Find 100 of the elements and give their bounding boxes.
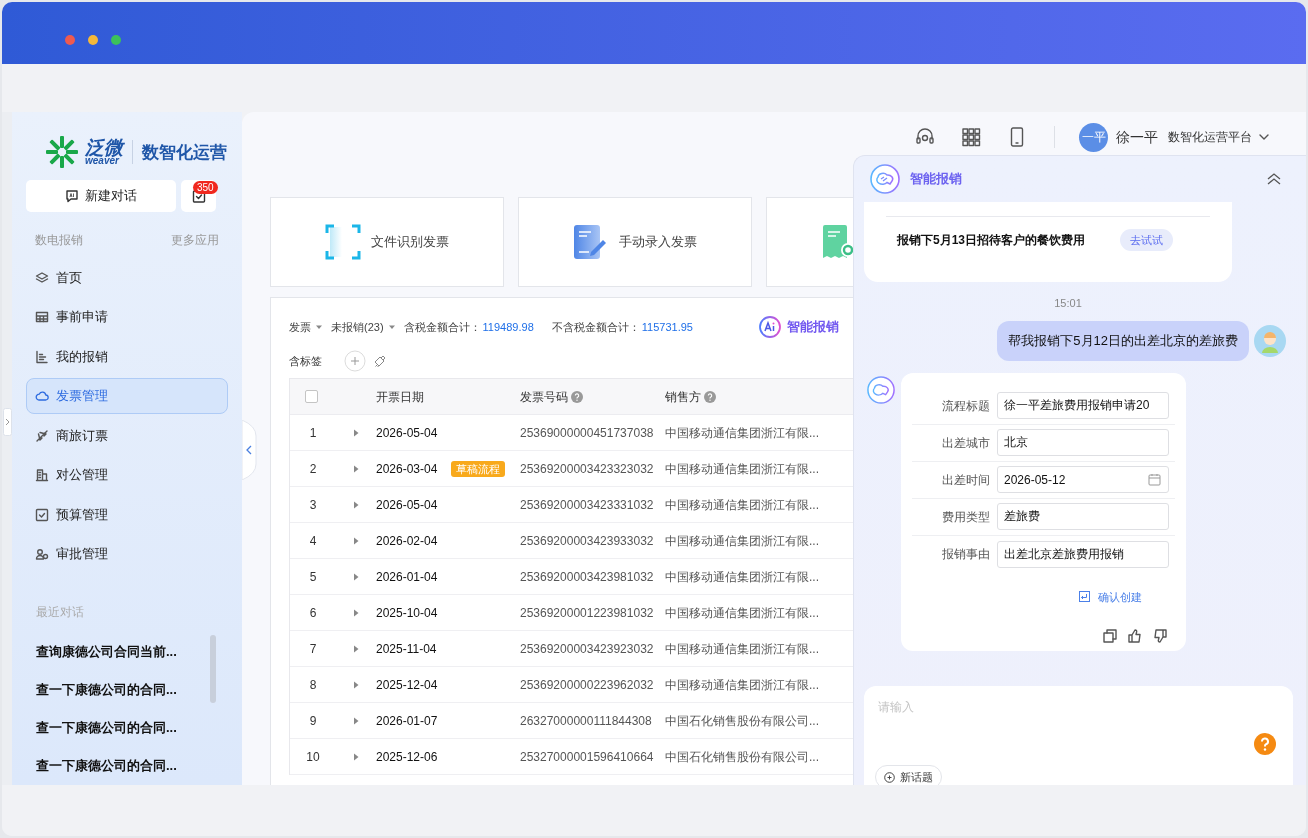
tags-label: 含标签 [289,353,322,369]
todo-button[interactable]: 350 [181,179,216,212]
brush-icon[interactable] [373,354,387,368]
expand-row-icon[interactable] [352,464,360,473]
smart-reimburse-button[interactable]: 智能报销 [758,316,839,338]
filter-dropdown[interactable]: 未报销(23) [331,318,396,336]
expand-toggle-icon[interactable] [3,408,12,436]
zoom-icon[interactable] [111,35,121,45]
section-label: 数电报销 [35,231,83,249]
cloud-icon [35,389,49,403]
total-value: 119489.98 [482,319,534,335]
suggestion-text: 报销下5月13日招待客户的餐饮费用 [897,232,1086,249]
text-field[interactable]: 北京 [997,429,1169,456]
seller-name: 中国移动通信集团浙江有限... [665,604,820,622]
invoice-date: 2026-05-04 [376,496,438,514]
product-name: 数智化运营 [142,141,227,164]
headset-icon[interactable] [915,127,935,147]
nav-item[interactable]: 预算管理 [26,496,228,533]
invoice-date: 2025-10-04 [376,604,438,622]
select-all-checkbox[interactable] [305,390,318,403]
seller-name: 中国移动通信集团浙江有限... [665,424,820,442]
confirm-create-link[interactable]: 确认创建 [1079,588,1142,605]
collapse-up-icon[interactable] [1266,172,1282,186]
invoice-date: 2026-05-04 [376,424,438,442]
minimize-icon[interactable] [88,35,98,45]
invoice-date: 2025-12-06 [376,748,438,766]
field-label: 出差时间 [941,471,990,489]
recent-chat-item[interactable]: 查一下康德公司的合同... [12,671,242,709]
column-header: 发票号码 [520,387,583,406]
expand-row-icon[interactable] [352,752,360,761]
ai-badge-icon [758,316,781,338]
text-field[interactable]: 徐一平差旅费用报销申请20 [997,392,1169,419]
expand-row-icon[interactable] [352,572,360,581]
assistant-avatar-icon [867,375,895,404]
logo-burst-icon [45,135,79,170]
nav-item[interactable]: 审批管理 [26,536,228,572]
row-index: 5 [308,568,318,586]
seller-name: 中国移动通信集团浙江有限... [665,460,820,478]
expand-row-icon[interactable] [352,716,360,725]
user-name: 徐一平 [1116,127,1158,147]
grid-icon[interactable] [962,127,981,147]
list-chart-icon [35,349,49,364]
expand-row-icon[interactable] [352,608,360,617]
layers-icon [35,270,49,285]
calendar-icon[interactable] [1148,473,1161,486]
nav-item[interactable]: 商旅订票 [26,417,228,454]
seller-name: 中国移动通信集团浙江有限... [665,676,820,694]
invoice-number: 25369200003423331032 [520,496,655,514]
invoice-number: 26327000000111844308 [520,712,653,730]
try-button[interactable]: 去试试 [1120,229,1174,251]
expand-row-icon[interactable] [352,680,360,689]
document-pen-icon [573,224,609,260]
row-index: 7 [308,640,318,658]
action-card[interactable]: 手动录入发票 [518,197,752,287]
nav-item[interactable]: 对公管理 [26,457,228,493]
text-field[interactable]: 出差北京差旅费用报销 [997,540,1169,568]
action-card[interactable]: 文件识别发票 [270,197,504,287]
receipt-search-icon [822,224,853,260]
brand-latin: weaver [85,156,120,167]
expand-row-icon[interactable] [352,428,360,437]
caret-down-icon [387,323,396,331]
nav-item[interactable]: 首页 [26,259,228,296]
recent-chat-item[interactable]: 查一下康德公司的合同... [12,747,242,785]
recent-chat-item[interactable]: 查询康德公司合同当前... [12,633,242,671]
seller-name: 中国移动通信集团浙江有限... [665,532,820,550]
nav-item[interactable]: 发票管理 [26,378,228,414]
new-topic-button[interactable]: 新话题 [875,765,942,785]
expand-row-icon[interactable] [352,500,360,509]
scrollbar-thumb[interactable] [210,635,216,703]
recent-chat-item[interactable]: 查一下康德公司的合同... [12,709,242,747]
draft-tag: 草稿流程 [451,460,506,477]
seller-name: 中国石化销售股份有限公司... [665,712,820,730]
row-index: 9 [308,712,318,730]
copy-icon[interactable] [1103,629,1117,643]
brand-name: 泛微 [85,138,123,158]
field-label: 流程标题 [941,397,990,415]
nav-item[interactable]: 我的报销 [26,338,228,375]
text-field[interactable]: 差旅费 [997,503,1169,530]
thumbs-down-icon[interactable] [1153,629,1167,643]
row-index: 1 [308,424,318,442]
field-label: 费用类型 [941,508,990,526]
assistant-title: 智能报销 [910,170,962,189]
expand-row-icon[interactable] [352,644,360,653]
date-field[interactable]: 2026-05-12 [997,466,1169,493]
invoice-date: 2026-03-04 [376,460,438,478]
help-icon[interactable] [1254,733,1276,755]
invoice-number: 25327000001596410664 [520,748,655,766]
mobile-icon[interactable] [1010,127,1024,147]
nav-item[interactable]: 事前申请 [26,299,228,335]
filter-dropdown[interactable]: 发票 [289,318,323,336]
invoice-number: 25369200003423981032 [520,568,655,586]
field-label: 报销事由 [941,546,990,563]
help-icon [704,390,716,403]
expand-row-icon[interactable] [352,536,360,545]
airplane-icon [35,428,49,443]
caret-down-icon [315,323,323,331]
new-chat-button[interactable]: 新建对话 [26,179,176,212]
action-label: 手动录入发票 [619,233,697,252]
thumbs-up-icon[interactable] [1128,629,1142,643]
help-icon [571,390,583,403]
